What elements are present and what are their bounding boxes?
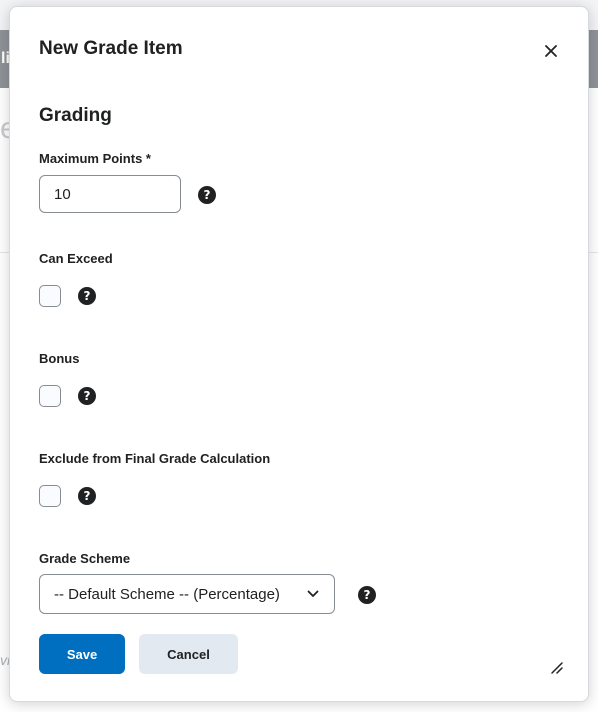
can-exceed-checkbox[interactable]	[39, 285, 61, 307]
exclude-final-label: Exclude from Final Grade Calculation	[39, 451, 271, 466]
help-icon[interactable]: ?	[198, 186, 216, 204]
new-grade-item-dialog: New Grade Item Grading Maximum Points * …	[9, 6, 589, 702]
close-button[interactable]	[538, 38, 564, 64]
bonus-label: Bonus	[39, 351, 80, 366]
grade-scheme-value: -- Default Scheme -- (Percentage)	[54, 585, 280, 603]
max-points-input[interactable]	[39, 175, 181, 213]
grading-heading: Grading	[39, 105, 112, 126]
dialog-title: New Grade Item	[39, 38, 183, 59]
resize-handle-icon[interactable]	[548, 659, 564, 675]
cancel-button[interactable]: Cancel	[139, 634, 238, 674]
help-icon[interactable]: ?	[358, 586, 376, 604]
chevron-down-icon	[306, 587, 320, 601]
close-icon	[545, 45, 557, 57]
bonus-checkbox[interactable]	[39, 385, 61, 407]
grade-scheme-label: Grade Scheme	[39, 551, 131, 566]
help-icon[interactable]: ?	[78, 387, 96, 405]
help-icon[interactable]: ?	[78, 487, 96, 505]
save-button[interactable]: Save	[39, 634, 125, 674]
max-points-label: Maximum Points *	[39, 151, 151, 166]
exclude-final-checkbox[interactable]	[39, 485, 61, 507]
help-icon[interactable]: ?	[78, 287, 96, 305]
can-exceed-label: Can Exceed	[39, 251, 113, 266]
grade-scheme-select[interactable]: -- Default Scheme -- (Percentage)	[39, 574, 335, 614]
